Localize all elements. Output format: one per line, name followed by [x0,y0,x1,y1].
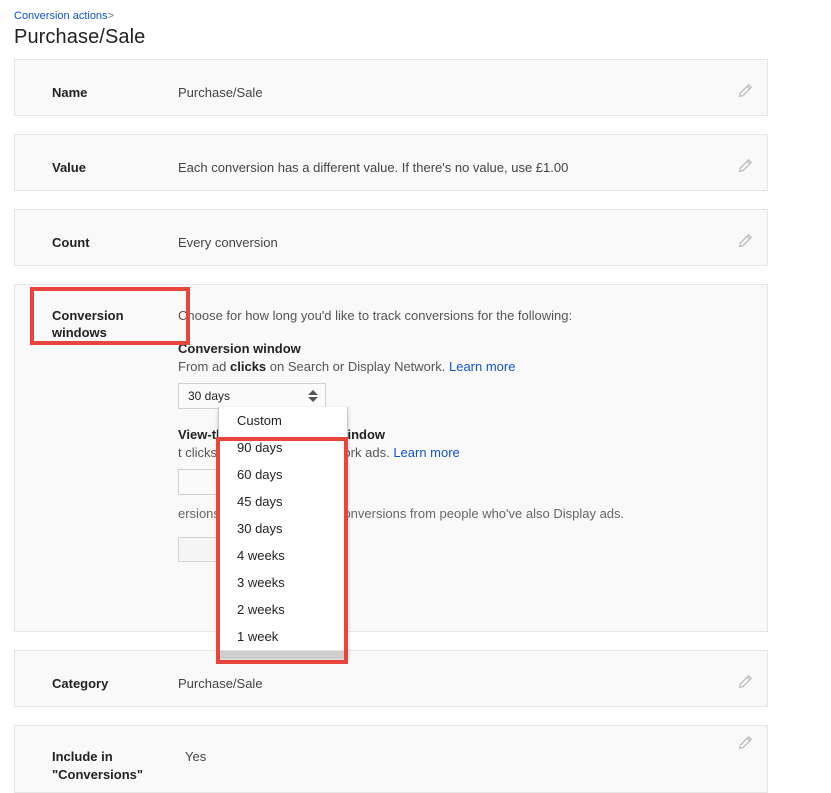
row-label-conversion-windows: Conversion windows [15,307,178,341]
dropdown-option-45-days[interactable]: 45 days [219,488,347,515]
click-window-learn-more-link[interactable]: Learn more [449,359,515,374]
conversion-windows-intro: Choose for how long you'd like to track … [178,307,737,324]
row-value-name: Purchase/Sale [178,84,767,101]
dropdown-option-60-days[interactable]: 60 days [219,461,347,488]
conversion-window-dropdown[interactable]: Custom 90 days 60 days 45 days 30 days 4… [218,407,348,658]
click-window-select[interactable]: 30 days [178,383,326,409]
click-window-select-value: 30 days [188,389,230,403]
dropdown-option-2-weeks[interactable]: 2 weeks [219,596,347,623]
setting-row-count: Count Every conversion [14,209,768,266]
click-window-desc-bold: clicks [230,359,266,374]
pencil-icon[interactable] [737,735,753,751]
click-window-description: From ad clicks on Search or Display Netw… [178,358,737,376]
page-title: Purchase/Sale [14,24,831,50]
pencil-icon[interactable] [737,83,753,99]
view-window-note-line2: Display ads. [553,506,624,521]
row-label-name: Name [15,84,178,101]
row-label-include-in-conversions: Include in "Conversions" [15,748,185,784]
pencil-icon[interactable] [737,158,753,174]
dropdown-horizontal-scrollbar[interactable] [219,650,347,657]
row-value-include-in-conversions: Yes [185,748,767,765]
dropdown-option-custom[interactable]: Custom [219,407,347,434]
setting-row-category: Category Purchase/Sale [14,650,768,707]
row-label-category: Category [15,675,178,692]
spinner-arrows-icon [308,389,318,403]
row-label-count: Count [15,234,178,251]
row-value-category: Purchase/Sale [178,675,767,692]
breadcrumb-separator: > [108,10,114,22]
row-label-value: Value [15,159,178,176]
click-window-title: Conversion window [178,340,737,358]
view-window-learn-more-link[interactable]: Learn more [393,445,459,460]
row-value-count: Every conversion [178,234,767,251]
row-value-value: Each conversion has a different value. I… [178,159,767,176]
pencil-icon[interactable] [737,233,753,249]
setting-row-conversion-windows: Conversion windows Choose for how long y… [14,284,768,632]
breadcrumb[interactable]: Conversion actions> [14,9,831,23]
click-window-desc-suffix: on Search or Display Network. [266,359,445,374]
dropdown-option-3-weeks[interactable]: 3 weeks [219,569,347,596]
setting-row-include-in-conversions: Include in "Conversions" Yes [14,725,768,793]
click-window-desc-prefix: From ad [178,359,230,374]
dropdown-option-1-week[interactable]: 1 week [219,623,347,650]
dropdown-option-30-days[interactable]: 30 days [219,515,347,542]
breadcrumb-link-conversion-actions[interactable]: Conversion actions [14,10,108,22]
setting-row-name: Name Purchase/Sale [14,59,768,116]
page-header: Conversion actions> Purchase/Sale [0,0,831,50]
pencil-icon[interactable] [737,674,753,690]
setting-row-value: Value Each conversion has a different va… [14,134,768,191]
dropdown-option-90-days[interactable]: 90 days [219,434,347,461]
dropdown-option-4-weeks[interactable]: 4 weeks [219,542,347,569]
